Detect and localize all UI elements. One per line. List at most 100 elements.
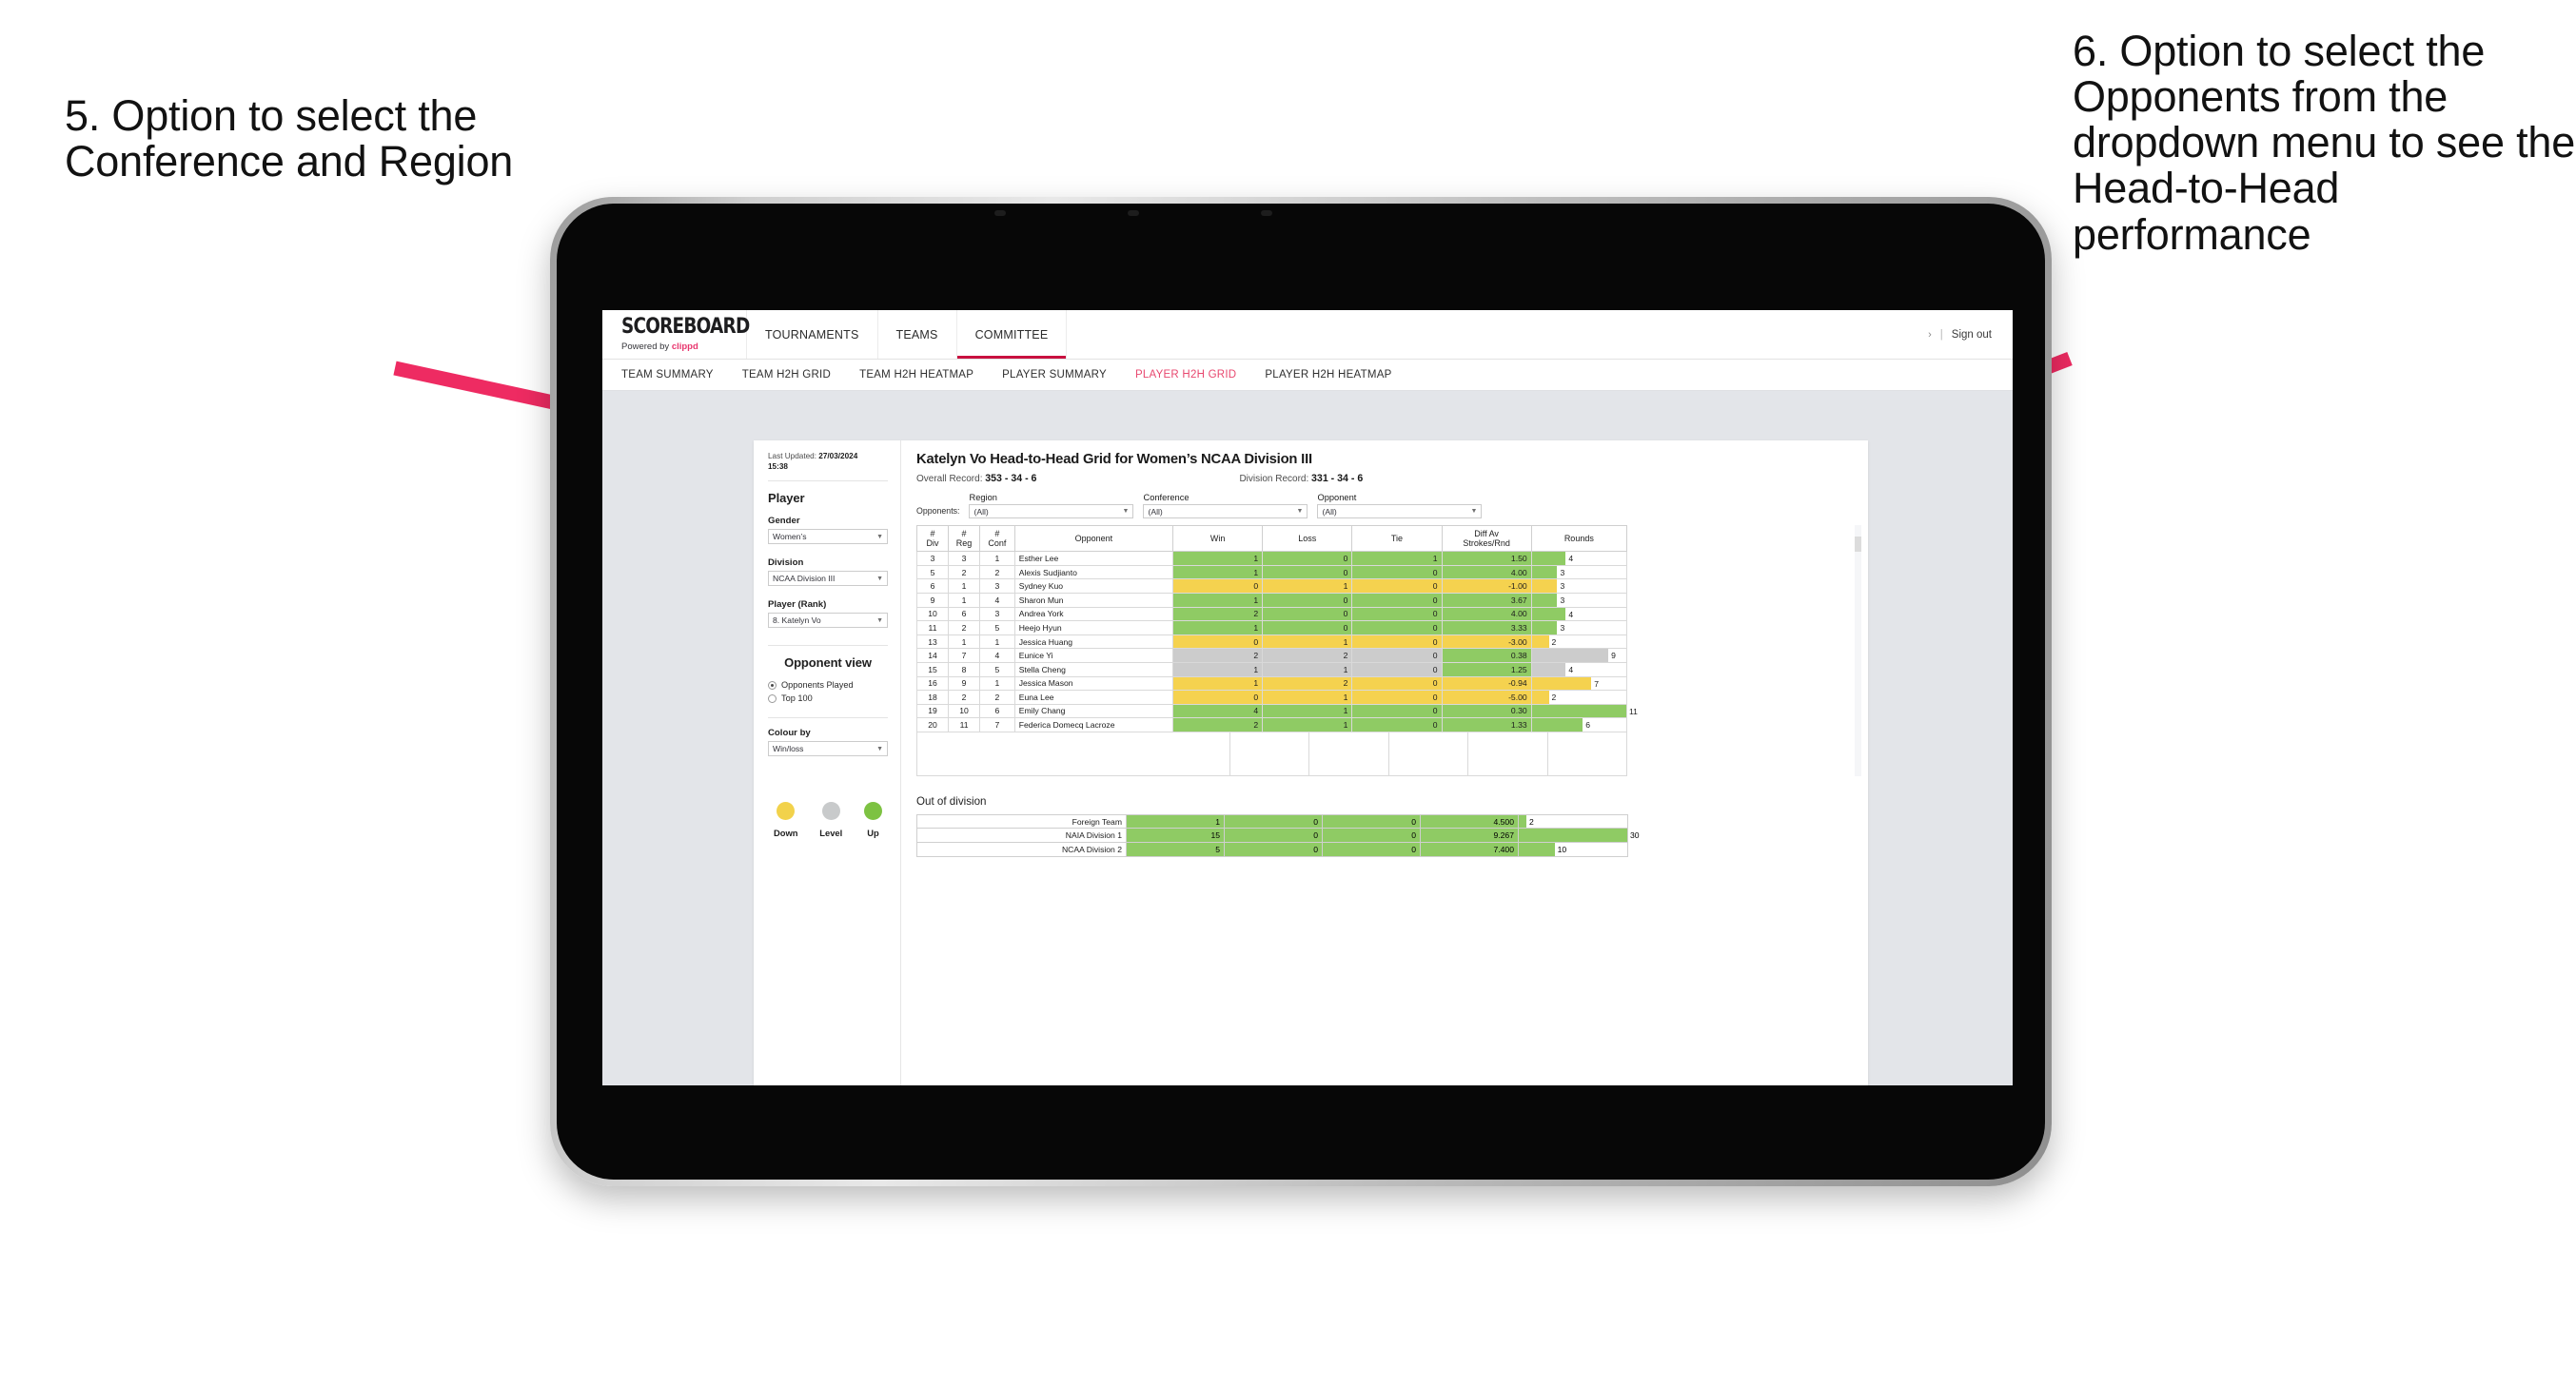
table-row[interactable]: 19 10 6 Emily Chang 4 1 0 0.30 11 — [915, 703, 1638, 719]
opponent-filter: Opponent (All) ▼ — [1317, 493, 1483, 518]
col-header-5[interactable]: Win — [1172, 524, 1264, 553]
subnav-team-h2h-heatmap[interactable]: TEAM H2H HEATMAP — [859, 369, 973, 381]
legend-dot-up — [863, 802, 882, 821]
table-row[interactable]: 18 2 2 Euna Lee 0 1 0 -5.00 2 — [915, 690, 1628, 705]
division-filter: Division NCAA Division III ▼ — [768, 557, 888, 587]
table-row[interactable]: 14 7 4 Eunice Yi 2 2 0 0.38 9 — [915, 648, 1628, 663]
subnav-player-h2h-grid[interactable]: PLAYER H2H GRID — [1135, 369, 1236, 381]
chevron-down-icon: ▼ — [1470, 508, 1478, 515]
cell-opponent: Federica Domecq Lacroze — [1013, 717, 1174, 732]
nav-committee[interactable]: COMMITTEE — [956, 310, 1068, 359]
col-header-9[interactable]: Rounds — [1530, 524, 1628, 553]
camera-dot — [994, 210, 1006, 216]
subnav-team-summary[interactable]: TEAM SUMMARY — [621, 369, 714, 381]
out-of-division-row[interactable]: NCAA Division 2 5 0 0 7.400 10 — [916, 842, 1628, 857]
cell-loss: 1 — [1262, 703, 1353, 719]
cell-name: NCAA Division 2 — [916, 842, 1127, 857]
player-rank-value: 8. Katelyn Vo — [773, 615, 821, 626]
nav-teams[interactable]: TEAMS — [878, 310, 957, 359]
col-header-7[interactable]: Tie — [1351, 524, 1443, 553]
colour-by-value: Win/loss — [773, 744, 804, 754]
cell-div: 15 — [915, 661, 950, 677]
table-row[interactable]: 9 1 4 Sharon Mun 1 0 0 3.67 3 — [915, 592, 1628, 608]
cell-tie: 0 — [1351, 675, 1443, 692]
table-row[interactable]: 6 1 3 Sydney Kuo 0 1 0 -1.00 3 — [915, 578, 1628, 594]
cell-conf: 7 — [979, 717, 1015, 732]
subnav-player-h2h-heatmap[interactable]: PLAYER H2H HEATMAP — [1265, 369, 1391, 381]
cell-opponent: Heejo Hyun — [1013, 620, 1174, 635]
col-header-8[interactable]: Diff Av Strokes/Rnd — [1441, 524, 1532, 553]
cell-conf: 4 — [979, 592, 1015, 608]
opponents-label: Opponents: — [916, 506, 960, 516]
cell-opponent: Alexis Sudjianto — [1013, 564, 1174, 580]
conference-select[interactable]: (All) ▼ — [1143, 504, 1308, 518]
division-record-label: Division Record: — [1239, 474, 1312, 484]
gender-select[interactable]: Women’s ▼ — [768, 529, 888, 545]
cell-win: 1 — [1172, 661, 1264, 677]
cell-loss: 0 — [1262, 592, 1353, 608]
cell-loss: 1 — [1262, 690, 1353, 705]
cell-tie: 0 — [1351, 648, 1443, 663]
scrollbar-thumb[interactable] — [1855, 537, 1861, 552]
out-of-division-row[interactable]: NAIA Division 1 15 0 0 9.267 30 — [916, 828, 1640, 844]
region-select[interactable]: (All) ▼ — [969, 504, 1134, 518]
out-of-division-row[interactable]: Foreign Team 1 0 0 4.500 2 — [916, 813, 1628, 830]
table-row[interactable]: 5 2 2 Alexis Sudjianto 1 0 0 4.00 3 — [915, 564, 1628, 580]
cell-name: Foreign Team — [916, 813, 1127, 830]
conference-value: (All) — [1148, 506, 1163, 517]
radio-opponents-played[interactable]: Opponents Played — [768, 680, 888, 690]
opponent-label: Opponent — [1317, 493, 1357, 502]
tablet-device-frame: SCOREBOARD Powered by clippd TOURNAMENTS… — [550, 197, 2052, 1186]
cell-tie: 0 — [1351, 717, 1443, 732]
nav-tournaments[interactable]: TOURNAMENTS — [747, 310, 878, 359]
division-select[interactable]: NCAA Division III ▼ — [768, 571, 888, 587]
col-header-6[interactable]: Loss — [1262, 524, 1353, 553]
legend-up: Up — [863, 802, 882, 838]
overall-record-value: 353 - 34 - 6 — [985, 473, 1037, 484]
sign-out-link[interactable]: Sign out — [1952, 329, 1992, 341]
gender-value: Women’s — [773, 532, 807, 542]
player-rank-select[interactable]: 8. Katelyn Vo ▼ — [768, 613, 888, 629]
chevron-right-icon[interactable]: › — [1928, 329, 1932, 341]
table-row[interactable]: 16 9 1 Jessica Mason 1 2 0 -0.94 7 — [915, 675, 1628, 692]
divider — [768, 645, 888, 647]
table-row[interactable]: 10 6 3 Andrea York 2 0 0 4.00 4 — [915, 606, 1628, 622]
table-scrollbar[interactable] — [1855, 525, 1861, 776]
cell-rounds: 7 — [1530, 675, 1628, 692]
subnav-team-h2h-grid[interactable]: TEAM H2H GRID — [742, 369, 831, 381]
app-header: SCOREBOARD Powered by clippd TOURNAMENTS… — [602, 310, 2013, 360]
opponent-select[interactable]: (All) ▼ — [1317, 504, 1483, 518]
radio-top-100[interactable]: Top 100 — [768, 693, 888, 703]
table-row[interactable]: 3 3 1 Esther Lee 1 0 1 1.50 4 — [915, 551, 1628, 566]
screenshot-root: 5. Option to select the Conference and R… — [0, 0, 2576, 1386]
table-row[interactable]: 15 8 5 Stella Cheng 1 1 0 1.25 4 — [915, 661, 1628, 677]
legend-level: Level — [819, 802, 842, 838]
subnav-player-summary[interactable]: PLAYER SUMMARY — [1002, 369, 1107, 381]
col-header-4[interactable]: Opponent — [1013, 524, 1174, 553]
table-row[interactable]: 11 2 5 Heejo Hyun 1 0 0 3.33 3 — [915, 620, 1628, 635]
cell-reg: 9 — [948, 675, 981, 692]
cell-loss: 0 — [1262, 564, 1353, 580]
cell-rounds: 9 — [1530, 648, 1628, 663]
opponent-view-title: Opponent view — [784, 655, 872, 671]
table-row[interactable]: 13 1 1 Jessica Huang 0 1 0 -3.00 2 — [915, 634, 1628, 650]
cell-diff: -5.00 — [1441, 690, 1532, 705]
primary-nav: TOURNAMENTS TEAMS COMMITTEE — [747, 310, 1068, 359]
cell-diff: 3.33 — [1441, 620, 1532, 635]
col-header-1[interactable]: # Div — [915, 524, 950, 553]
cell-tie: 0 — [1351, 703, 1443, 719]
overall-record-label: Overall Record: — [916, 474, 986, 484]
colour-by-select[interactable]: Win/loss ▼ — [768, 741, 888, 757]
brand-logo[interactable]: SCOREBOARD Powered by clippd — [602, 310, 750, 359]
col-header-3[interactable]: # Conf — [979, 524, 1015, 553]
cell-div: 5 — [915, 564, 950, 580]
chevron-down-icon: ▼ — [876, 533, 883, 540]
col-header-2[interactable]: # Reg — [948, 524, 981, 553]
records-row: Overall Record: 353 - 34 - 6 Division Re… — [916, 473, 1853, 484]
cell-win: 1 — [1172, 564, 1264, 580]
cell-div: 19 — [915, 703, 950, 719]
cell-opponent: Jessica Huang — [1013, 634, 1174, 650]
player-rank-label: Player (Rank) — [768, 599, 827, 611]
table-row[interactable]: 20 11 7 Federica Domecq Lacroze 2 1 0 1.33 6 — [915, 717, 1628, 732]
region-value: (All) — [973, 506, 989, 517]
